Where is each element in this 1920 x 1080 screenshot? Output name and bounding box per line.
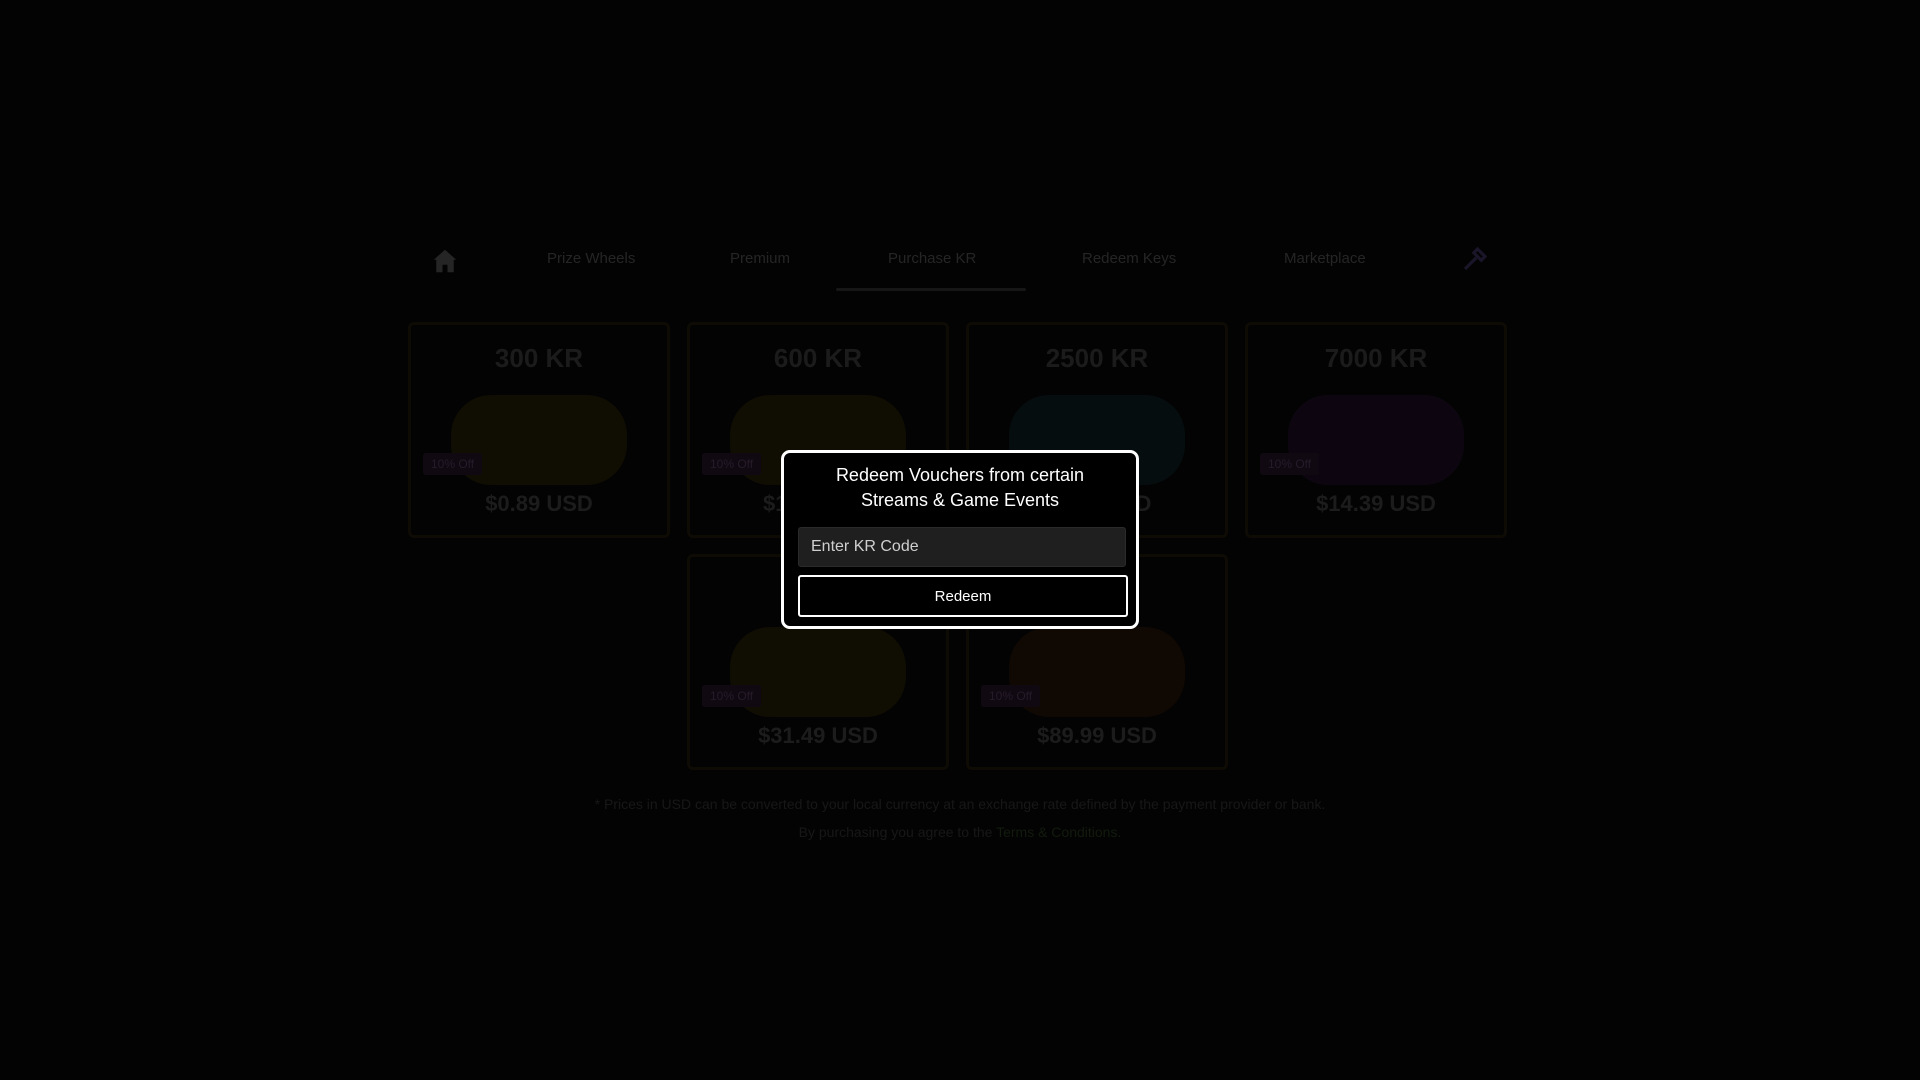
modal-title: Redeem Vouchers from certain Streams & G… [784,463,1136,513]
modal-title-line-1: Redeem Vouchers from certain [835,465,1085,485]
modal-title-line-2: Streams & Game Events [860,490,1060,510]
kr-code-input[interactable] [798,527,1126,567]
redeem-button[interactable]: Redeem [798,575,1128,617]
redeem-modal: Redeem Vouchers from certain Streams & G… [781,450,1139,629]
